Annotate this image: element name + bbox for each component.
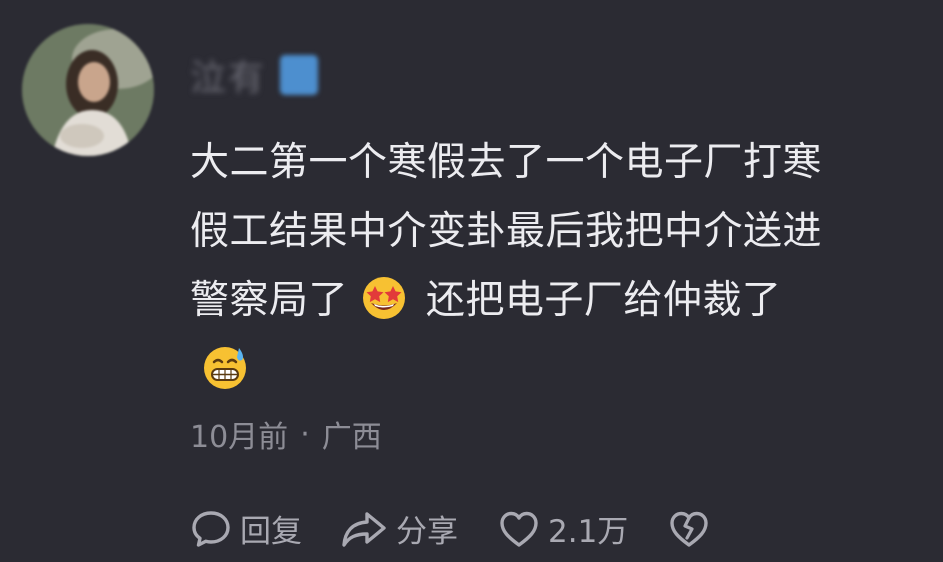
reply-button[interactable]: 回复 — [190, 506, 302, 551]
comment-text: 大二第一个寒假去了一个电子厂打寒 假工结果中介变卦最后我把中介送进 警察局了 还… — [190, 128, 910, 404]
grinning-sweat-emoji-icon — [202, 344, 248, 390]
heart-icon — [500, 511, 538, 547]
avatar[interactable] — [22, 24, 154, 156]
comment-location: 广西 — [321, 420, 382, 455]
share-arrow-icon — [342, 511, 386, 547]
reply-label: 回复 — [240, 514, 302, 550]
action-bar: 回复 分享 2.1万 — [190, 506, 710, 551]
username[interactable]: 泣有 — [190, 49, 266, 101]
comment-line-3: 警察局了 还把电子厂给仲裁了 — [190, 266, 910, 335]
dislike-button[interactable] — [668, 509, 710, 549]
user-badge-icon — [280, 55, 319, 95]
avatar-image — [22, 24, 154, 156]
comment-line-3-start: 警察局了 — [190, 278, 349, 323]
comment-item: 泣有 大二第一个寒假去了一个电子厂打寒 假工结果中介变卦最后我把中介送进 警察局… — [0, 0, 943, 562]
comment-bubble-icon — [192, 510, 230, 547]
broken-heart-icon — [670, 511, 709, 547]
comment-line-2: 假工结果中介变卦最后我把中介送进 — [190, 209, 823, 254]
username-row: 泣有 — [190, 49, 319, 101]
like-count: 2.1万 — [548, 514, 629, 550]
share-label: 分享 — [396, 514, 458, 550]
comment-line-1: 大二第一个寒假去了一个电子厂打寒 — [190, 140, 823, 185]
like-button[interactable]: 2.1万 — [498, 506, 628, 551]
meta-separator: · — [300, 416, 310, 452]
comment-line-4 — [190, 335, 910, 404]
comment-line-3-rest: 还把电子厂给仲裁了 — [425, 278, 782, 323]
share-button[interactable]: 分享 — [340, 506, 458, 551]
star-struck-emoji-icon — [361, 275, 407, 321]
comment-time: 10月前 — [190, 420, 289, 455]
comment-meta: 10月前 · 广西 — [190, 412, 382, 456]
